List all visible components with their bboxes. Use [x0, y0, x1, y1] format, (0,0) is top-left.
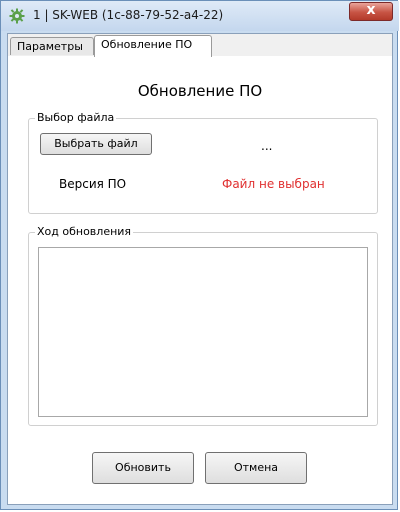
- window-title: 1 | SK-WEB (1c-88-79-52-a4-22): [33, 8, 224, 22]
- update-progress-group-label: Ход обновления: [35, 225, 134, 238]
- gear-icon: [9, 8, 25, 24]
- application-window: 1 | SK-WEB (1c-88-79-52-a4-22) x Парамет…: [0, 0, 399, 510]
- update-log-textbox[interactable]: [38, 247, 368, 417]
- dialog-client-area: Параметры Обновление ПО Обновление ПО Вы…: [7, 33, 393, 505]
- close-button[interactable]: x: [349, 2, 393, 21]
- tab-page-firmware-update: Обновление ПО Выбор файла Выбрать файл .…: [8, 56, 392, 504]
- close-icon: x: [366, 2, 376, 18]
- firmware-version-label: Версия ПО: [59, 177, 127, 191]
- file-selection-group-label: Выбор файла: [35, 111, 117, 124]
- file-selection-group: Выбор файла Выбрать файл ... Версия ПО Ф…: [28, 111, 378, 214]
- title-bar[interactable]: 1 | SK-WEB (1c-88-79-52-a4-22) x: [1, 1, 399, 31]
- update-progress-group: Ход обновления: [28, 225, 378, 426]
- choose-file-button[interactable]: Выбрать файл: [40, 133, 152, 155]
- cancel-button[interactable]: Отмена: [205, 452, 307, 484]
- tab-strip: Параметры Обновление ПО: [8, 34, 392, 57]
- update-button[interactable]: Обновить: [92, 452, 194, 484]
- selected-file-name: ...: [261, 139, 273, 153]
- page-title: Обновление ПО: [137, 82, 263, 100]
- tab-parameters[interactable]: Параметры: [10, 37, 94, 55]
- firmware-version-value: Файл не выбран: [222, 177, 325, 191]
- tab-firmware-update[interactable]: Обновление ПО: [94, 35, 212, 57]
